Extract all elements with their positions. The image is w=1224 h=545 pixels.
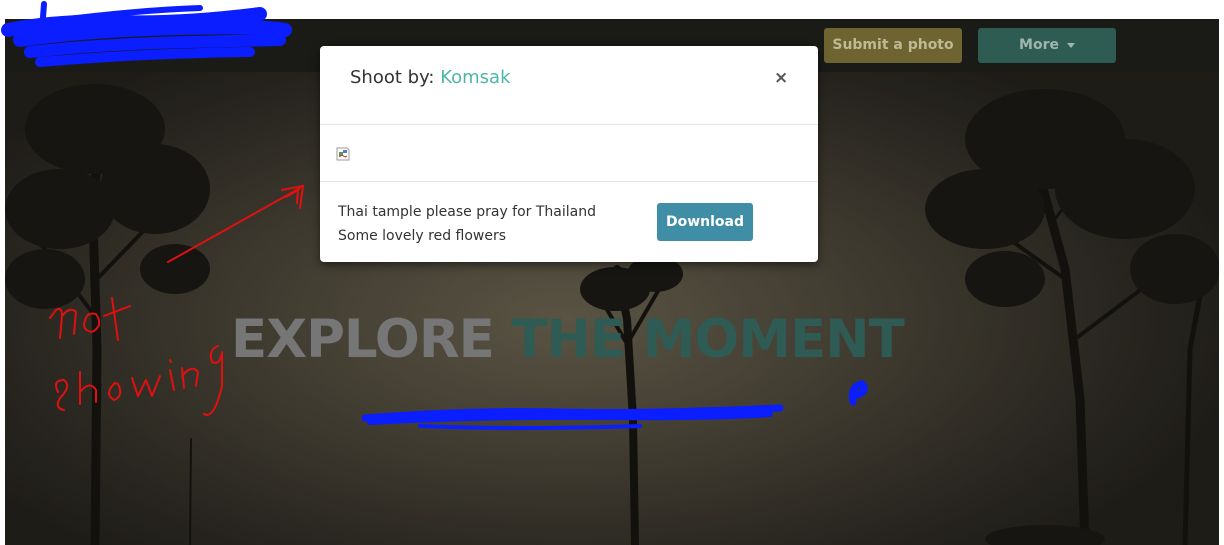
photo-modal: Shoot by: Komsak × Thai tample please pr… — [320, 46, 818, 262]
author-link[interactable]: Komsak — [440, 67, 510, 88]
description-line-1: Thai tample please pray for Thailand — [338, 204, 596, 220]
download-button[interactable]: Download — [657, 203, 753, 241]
caret-down-icon — [1066, 42, 1075, 48]
more-dropdown-button[interactable]: More — [978, 28, 1116, 63]
description-line-2: Some lovely red flowers — [338, 228, 507, 244]
modal-body — [320, 125, 818, 182]
submit-photo-label: Submit a photo — [832, 37, 954, 53]
photo-description: Thai tample please pray for Thailand Som… — [338, 200, 596, 248]
modal-title-prefix: Shoot by: — [350, 67, 441, 88]
screenshot: Submit a photo More EXPLORE THE MOMENT S… — [0, 0, 1224, 545]
close-icon[interactable]: × — [774, 68, 788, 88]
broken-image-icon — [336, 147, 350, 161]
modal-header: Shoot by: Komsak × — [320, 46, 818, 125]
submit-photo-button[interactable]: Submit a photo — [824, 28, 962, 63]
hero-title-moment: THE MOMENT — [511, 309, 904, 370]
more-label: More — [1019, 37, 1059, 53]
modal-title: Shoot by: Komsak — [350, 67, 511, 88]
hero-title-explore: EXPLORE — [231, 309, 495, 370]
hero-title: EXPLORE THE MOMENT — [231, 309, 905, 370]
